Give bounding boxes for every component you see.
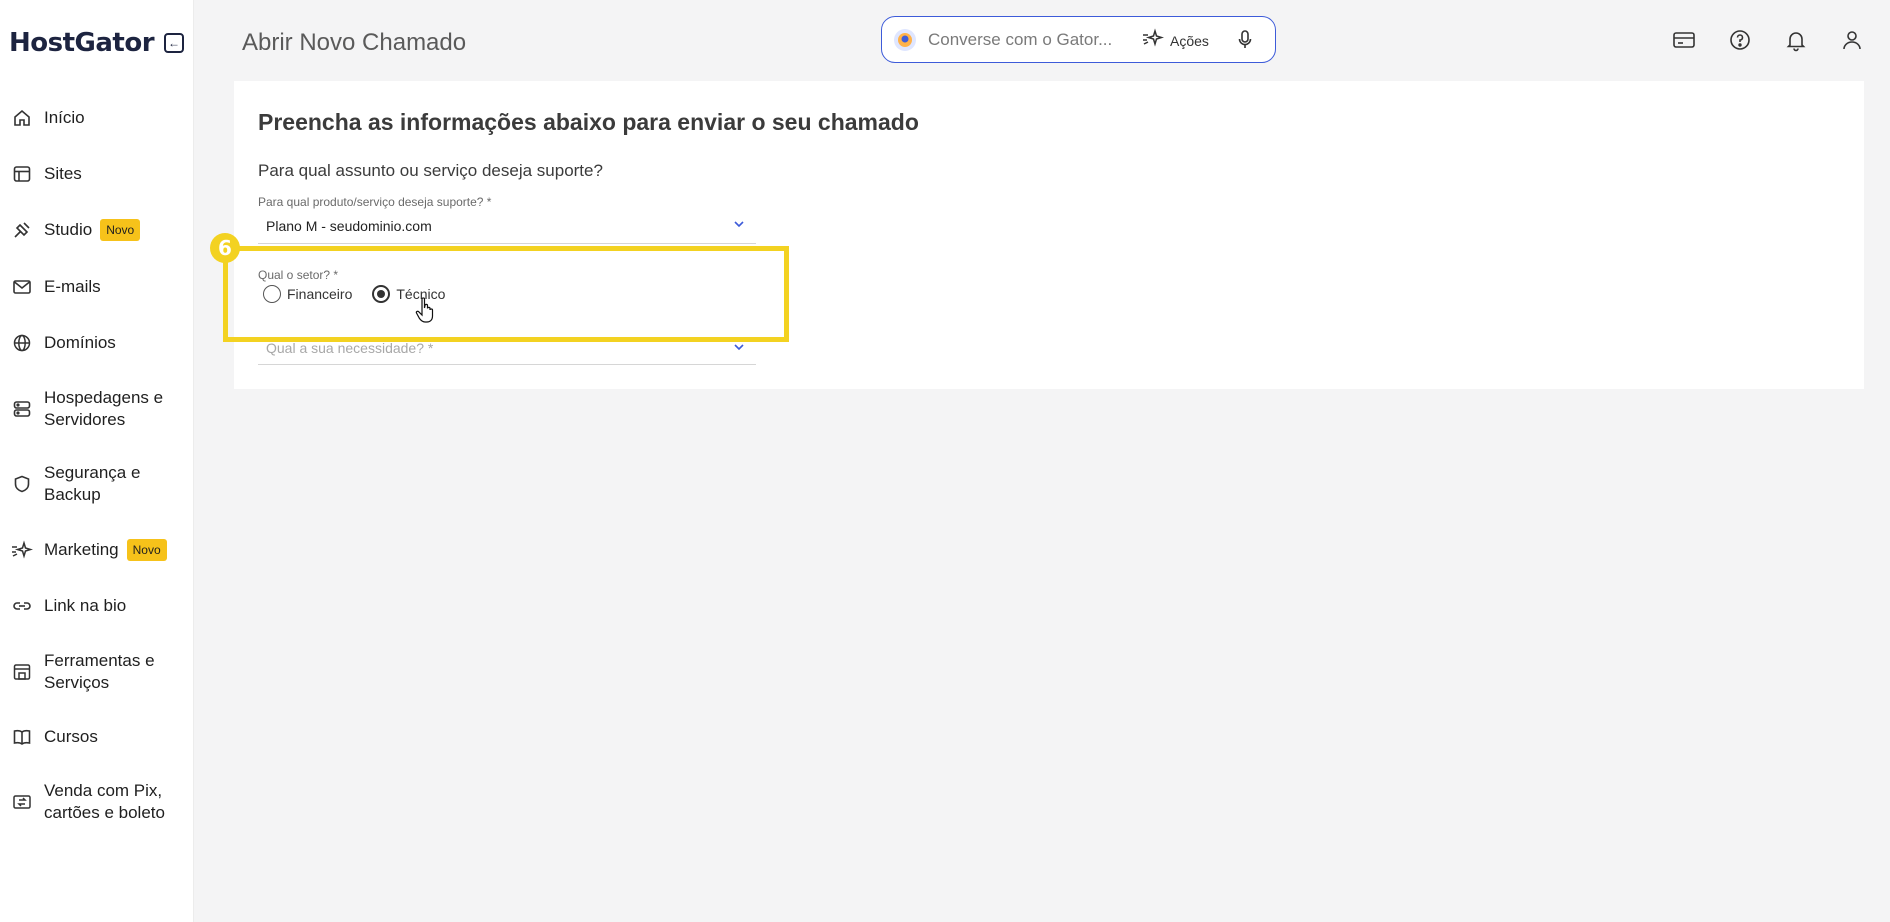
chevron-down-icon [732,217,746,231]
need-select-placeholder: Qual a sua necessidade? * [266,340,434,356]
sidebar-item-label: Studio [44,219,93,239]
sidebar-item-label: Sites [44,164,82,183]
new-badge: Novo [126,539,167,562]
shield-icon [11,473,33,495]
page-title: Abrir Novo Chamado [242,29,467,56]
user-icon[interactable] [1839,27,1865,53]
sidebar-item-label-wrap: Studio Novo [44,219,184,242]
sidebar-item-label: E-mails [44,277,101,296]
card-icon[interactable] [1671,27,1697,53]
product-field-label: Para qual produto/serviço deseja suporte… [258,195,492,209]
sidebar: HostGator ← Início Sites Studio Novo E-m… [0,0,194,922]
sidebar-item-label: Marketing [44,539,119,559]
gator-search-box: Ações [881,16,1276,63]
mail-icon [11,276,33,298]
sidebar-item-label: Segurança e Backup [44,463,141,504]
sidebar-item-label: Venda com Pix, cartões e boleto [44,781,165,822]
sparkles-icon [1142,28,1165,53]
help-icon[interactable] [1727,27,1753,53]
sidebar-item-label: Início [44,108,85,127]
sidebar-item-dominios[interactable]: Domínios [0,332,194,354]
microphone-icon[interactable] [1234,27,1256,53]
server-icon [11,398,33,420]
step-number-badge: 6 [210,233,240,263]
actions-button[interactable]: Ações [1142,28,1209,53]
gator-chat-input[interactable] [928,27,1118,53]
brand-logo[interactable]: HostGator ← [9,28,185,58]
layout-icon [11,163,33,185]
collapse-sidebar-icon[interactable]: ← [164,33,185,53]
sidebar-item-venda-pix[interactable]: Venda com Pix, cartões e boleto [0,780,194,824]
ticket-form-card: Preencha as informações abaixo para envi… [234,81,1864,389]
sidebar-item-ferramentas[interactable]: Ferramentas e Serviços [0,650,194,694]
sidebar-item-label: Link na bio [44,596,127,615]
product-select-underline [258,243,756,244]
sidebar-item-seguranca[interactable]: Segurança e Backup [0,462,194,506]
tools-icon [11,661,33,683]
actions-label: Ações [1170,32,1209,49]
sidebar-item-studio[interactable]: Studio Novo [0,219,194,242]
sidebar-item-marketing[interactable]: Marketing Novo [0,539,194,562]
globe-icon [11,332,33,354]
sidebar-item-link-na-bio[interactable]: Link na bio [0,595,194,617]
form-subheading: Para qual assunto ou serviço deseja supo… [258,161,603,180]
hand-pointer-cursor-icon [415,296,437,324]
sidebar-item-label: Hospedagens e Servidores [44,388,164,429]
sidebar-item-label: Domínios [44,333,116,352]
sidebar-item-label: Cursos [44,727,98,746]
book-icon [11,726,33,748]
sidebar-item-hospedagens[interactable]: Hospedagens e Servidores [0,387,194,431]
sidebar-item-emails[interactable]: E-mails [0,276,194,298]
bell-icon[interactable] [1783,27,1809,53]
sidebar-item-sites[interactable]: Sites [0,163,194,185]
payment-icon [11,791,33,813]
step-highlight-box [223,246,789,342]
sidebar-item-cursos[interactable]: Cursos [0,726,194,748]
sparkles-icon [11,539,33,561]
chevron-down-icon [732,340,746,354]
gator-avatar-icon [894,29,916,51]
product-select-value: Plano M - seudominio.com [266,218,432,234]
link-icon [11,595,33,617]
sidebar-item-label: Ferramentas e Serviços [44,651,155,692]
brand-name: HostGator [9,28,155,58]
sidebar-item-label-wrap: Marketing Novo [44,539,184,562]
new-badge: Novo [100,219,141,242]
home-icon [11,107,33,129]
sidebar-item-inicio[interactable]: Início [0,107,194,129]
need-select-underline [258,364,756,365]
studio-icon [11,219,33,241]
form-heading: Preencha as informações abaixo para envi… [258,109,919,135]
